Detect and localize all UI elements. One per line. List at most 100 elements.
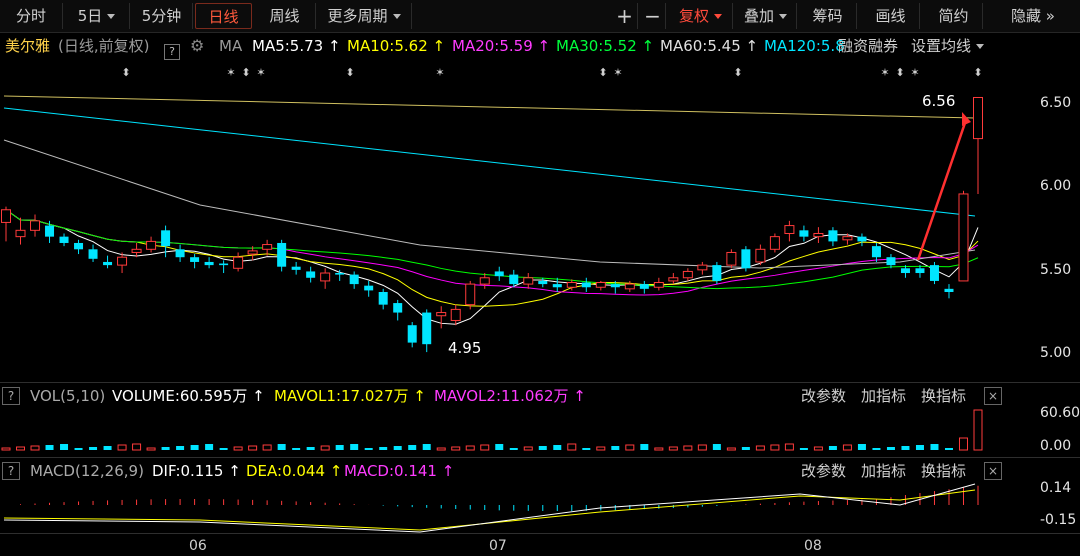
volume-bar: [857, 444, 866, 450]
volume-bar: [828, 446, 837, 450]
candle-body: [639, 284, 649, 289]
volume-bar: [813, 446, 823, 451]
event-marker: ✶: [880, 66, 889, 79]
candle-body: [813, 232, 824, 238]
date-tick: 06: [189, 538, 207, 554]
vol-title: VOL(5,10): [30, 387, 106, 405]
volume-bar: [176, 446, 185, 450]
volume-bar: [408, 445, 417, 450]
candle-body: [494, 271, 504, 277]
volume-bar: [842, 444, 852, 451]
add-indicator-button[interactable]: 加指标: [861, 384, 906, 408]
add-indicator-button[interactable]: 加指标: [861, 459, 906, 483]
dif-value: DIF:0.115 ↑: [152, 462, 241, 480]
ma120-line: [3, 107, 976, 217]
volume-bar: [89, 447, 98, 450]
price-tick: 6.50: [1040, 95, 1072, 111]
candle-body: [349, 274, 359, 285]
dea-text: DEA:0.044: [246, 462, 326, 480]
candle-body: [233, 256, 244, 269]
volume-bar: [190, 445, 199, 450]
candle-body: [610, 284, 620, 288]
edit-params-button[interactable]: 改参数: [801, 384, 846, 408]
event-marker: ⬍: [733, 66, 742, 79]
candle-body: [393, 303, 403, 313]
candle-body: [682, 270, 693, 279]
close-icon[interactable]: ×: [984, 462, 1002, 480]
candle-body: [595, 282, 606, 288]
candle-body: [161, 230, 171, 247]
volume-bar: [161, 447, 170, 450]
volume-bar: [915, 445, 924, 450]
event-marker: ⬍: [598, 66, 607, 79]
divider: [0, 457, 1080, 458]
divider: [0, 533, 1080, 534]
volume-bar: [364, 448, 373, 450]
candle-body: [915, 268, 925, 274]
candle-body: [335, 273, 345, 275]
candle-body: [262, 244, 273, 250]
volume-bar: [422, 444, 431, 450]
dif-text: DIF:0.115: [152, 462, 224, 480]
volume-bar: [480, 444, 490, 451]
volume-bar: [930, 444, 939, 450]
volume-bar: [495, 444, 504, 450]
switch-indicator-button[interactable]: 换指标: [921, 459, 966, 483]
candle-body: [465, 283, 476, 306]
volume-bar: [596, 446, 606, 451]
volume-bar: [60, 444, 69, 450]
macd-value: MACD:0.141 ↑: [344, 462, 455, 480]
ma-lines: [3, 95, 979, 325]
volume-bar: [306, 447, 315, 450]
volume-bar: [292, 448, 301, 450]
markers: ⬍ ✶ ⬍ ✶ ⬍ ✶ ⬍ ✶ ⬍ ✶ ⬍ ✶ ⬍: [121, 66, 983, 261]
volume-value: VOLUME:60.595万 ↑: [112, 387, 265, 405]
ma10-line: [5, 209, 979, 307]
volume-bar: [436, 447, 446, 451]
candle-body: [378, 292, 388, 305]
volume-bar: [755, 445, 765, 451]
candle-body: [88, 249, 98, 259]
mavol1-value: MAVOL1:17.027万 ↑: [274, 387, 426, 405]
candle-body: [103, 261, 113, 266]
close-icon[interactable]: ?: [2, 462, 20, 480]
volume-bar: [451, 446, 461, 451]
edit-params-button[interactable]: 改参数: [801, 459, 846, 483]
volume-bar: [74, 448, 83, 450]
candle-body: [828, 230, 838, 242]
candle-body: [175, 249, 185, 258]
candle-body: [769, 236, 780, 250]
volume-bar: [509, 448, 518, 450]
macd-legend-row: ? MACD(12,26,9) DIF:0.115 ↑ DEA:0.044 ↑ …: [0, 459, 1080, 483]
event-marker: ⬍: [973, 66, 982, 79]
volume-bar: [30, 445, 40, 451]
date-tick: 07: [489, 538, 507, 554]
volume-bar: [379, 447, 388, 450]
event-marker: ✶: [613, 66, 622, 79]
close-icon[interactable]: ×: [984, 387, 1002, 405]
price-tick: 5.50: [1040, 262, 1072, 278]
volume-bar: [799, 448, 808, 450]
volume-bar: [393, 446, 402, 450]
volume-bar: [16, 446, 26, 451]
price-tick: 6.00: [1040, 178, 1072, 194]
candle-body: [30, 220, 41, 231]
volume-bar: [45, 445, 54, 450]
ma20-line: [5, 209, 979, 296]
candle-body: [741, 249, 751, 269]
candle-body: [538, 280, 548, 285]
switch-indicator-button[interactable]: 换指标: [921, 384, 966, 408]
volume-bar: [523, 446, 533, 451]
volume-bar: [872, 448, 881, 450]
macd-axis-tick: -0.15: [1040, 512, 1077, 528]
candle-body: [900, 268, 910, 274]
volume-bar: [712, 444, 721, 450]
close-icon[interactable]: ?: [2, 387, 20, 405]
candle-body: [306, 271, 316, 278]
volume-bar: [582, 448, 591, 450]
mavol2-value: MAVOL2:11.062万 ↑: [434, 387, 586, 405]
macd-axis-tick: 0.14: [1040, 480, 1072, 496]
macd-lines: [3, 483, 979, 533]
candle-body: [726, 251, 737, 266]
volume-bar: [1, 447, 11, 451]
